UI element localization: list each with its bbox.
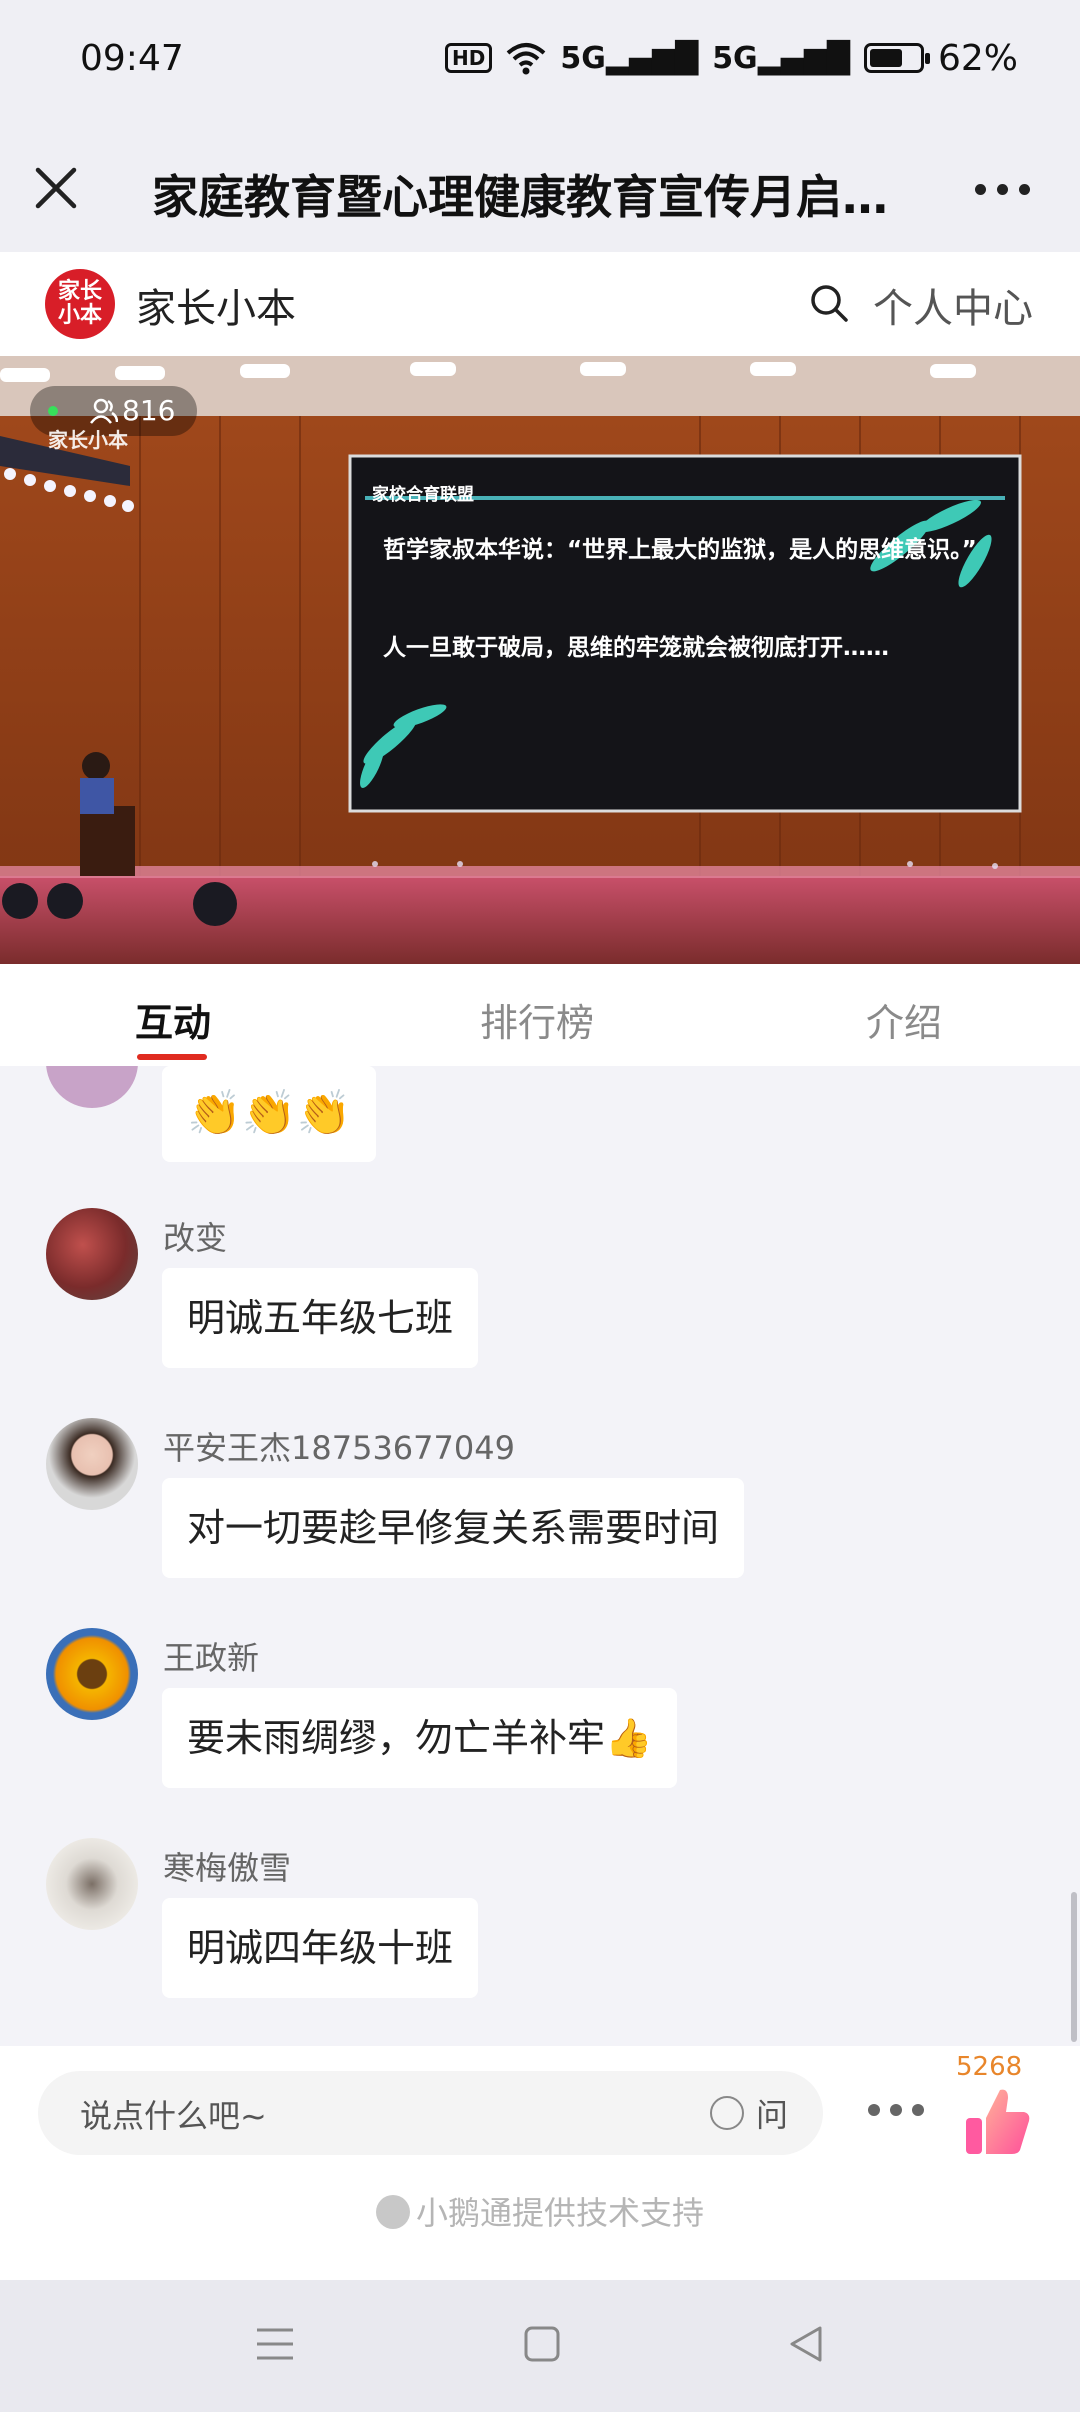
title-bar: 家庭教育暨心理健康教育宣传月启动... (0, 125, 1080, 252)
avatar[interactable] (46, 1628, 138, 1720)
channel-header: 家长 小本 家长小本 个人中心 (0, 252, 1080, 356)
xiaoetong-logo-icon (375, 2195, 410, 2229)
personal-center-link[interactable]: 个人中心 (873, 276, 1033, 334)
battery-percent: 62% (937, 37, 1018, 79)
battery-icon (863, 43, 930, 73)
ask-question-toggle[interactable]: 问 (710, 2091, 788, 2135)
comment-input[interactable]: 说点什么吧~ 问 (38, 2071, 823, 2155)
ask-label: 问 (756, 2096, 789, 2134)
live-dot-icon (48, 406, 58, 416)
chat-username[interactable]: 寒梅傲雪 (163, 1843, 291, 1889)
page-title: 家庭教育暨心理健康教育宣传月启动... (152, 170, 922, 224)
chat-bubble: 对一切要趁早修复关系需要时间 (162, 1478, 745, 1578)
wifi-icon (507, 43, 546, 75)
chat-username[interactable]: 王政新 (163, 1633, 259, 1679)
chat-list[interactable]: 👏👏👏 改变 明诚五年级七班 平安王杰18753677049 对一切要趁早修复关… (0, 1066, 1080, 2046)
tab-bar: 互动 排行榜 介绍 (0, 964, 1080, 1066)
avatar[interactable] (46, 1208, 138, 1300)
comment-placeholder: 说点什么吧~ (80, 2097, 267, 2135)
thumbs-up-icon[interactable] (962, 2084, 1032, 2158)
screen-text-2: 人一旦敢于破局，思维的牢笼就会被彻底打开…… (383, 635, 889, 661)
bottom-panel: 说点什么吧~ 问 5268 小鹅通提供技术支持 (0, 2046, 1080, 2280)
more-actions-icon[interactable] (868, 2104, 924, 2116)
channel-name[interactable]: 家长小本 (136, 276, 296, 334)
tab-intro[interactable]: 介绍 (866, 992, 942, 1047)
radio-circle-icon[interactable] (710, 2096, 744, 2130)
search-icon[interactable] (808, 282, 850, 324)
tab-interact[interactable]: 互动 (135, 992, 211, 1047)
status-time: 09:47 (80, 38, 184, 79)
tab-ranking[interactable]: 排行榜 (480, 992, 594, 1047)
channel-logo[interactable]: 家长 小本 (45, 269, 115, 339)
status-icons: HD 5G▂▄▆█ 5G▂▄▆█ 62% (445, 36, 1018, 80)
chat-bubble: 明诚五年级七班 (162, 1268, 479, 1368)
live-video-player[interactable]: 家校合育联盟 哲学家叔本华说：“世界上最大的监狱，是人的思维意识。” 人一旦敢于… (0, 356, 1080, 964)
avatar[interactable] (46, 1418, 138, 1510)
active-tab-indicator (137, 1054, 207, 1060)
viewer-count: 816 (122, 394, 176, 427)
home-icon[interactable] (522, 2324, 562, 2364)
close-icon[interactable] (28, 160, 84, 216)
hd-voice-icon: HD (445, 43, 493, 73)
system-nav-bar (0, 2280, 1080, 2412)
chat-bubble: 明诚四年级十班 (162, 1898, 479, 1998)
chat-username[interactable]: 改变 (163, 1213, 227, 1259)
more-options-icon[interactable] (975, 177, 1035, 201)
chat-scrollbar[interactable] (1071, 1892, 1077, 2042)
chat-bubble: 👏👏👏 (162, 1066, 377, 1162)
video-watermark: 家长小本 (48, 428, 128, 452)
screen-text-1: 哲学家叔本华说：“世界上最大的监狱，是人的思维意识。” (383, 537, 977, 563)
menu-icon[interactable] (255, 2324, 295, 2364)
people-icon (90, 398, 118, 424)
screen-header: 家校合育联盟 (372, 485, 474, 505)
avatar[interactable] (46, 1838, 138, 1930)
avatar[interactable] (46, 1066, 138, 1108)
chat-username[interactable]: 平安王杰18753677049 (163, 1423, 515, 1469)
status-bar: 09:47 HD 5G▂▄▆█ 5G▂▄▆█ 62% (0, 0, 1080, 125)
like-count: 5268 (956, 2052, 1023, 2082)
back-icon[interactable] (786, 2324, 826, 2364)
signal-5g-icon-1: 5G▂▄▆█ (560, 40, 699, 76)
signal-5g-icon-2: 5G▂▄▆█ (712, 40, 850, 76)
powered-by: 小鹅通提供技术支持 (0, 2188, 1080, 2234)
chat-bubble: 要未雨绸缪，勿亡羊补牢👍 (162, 1688, 678, 1788)
